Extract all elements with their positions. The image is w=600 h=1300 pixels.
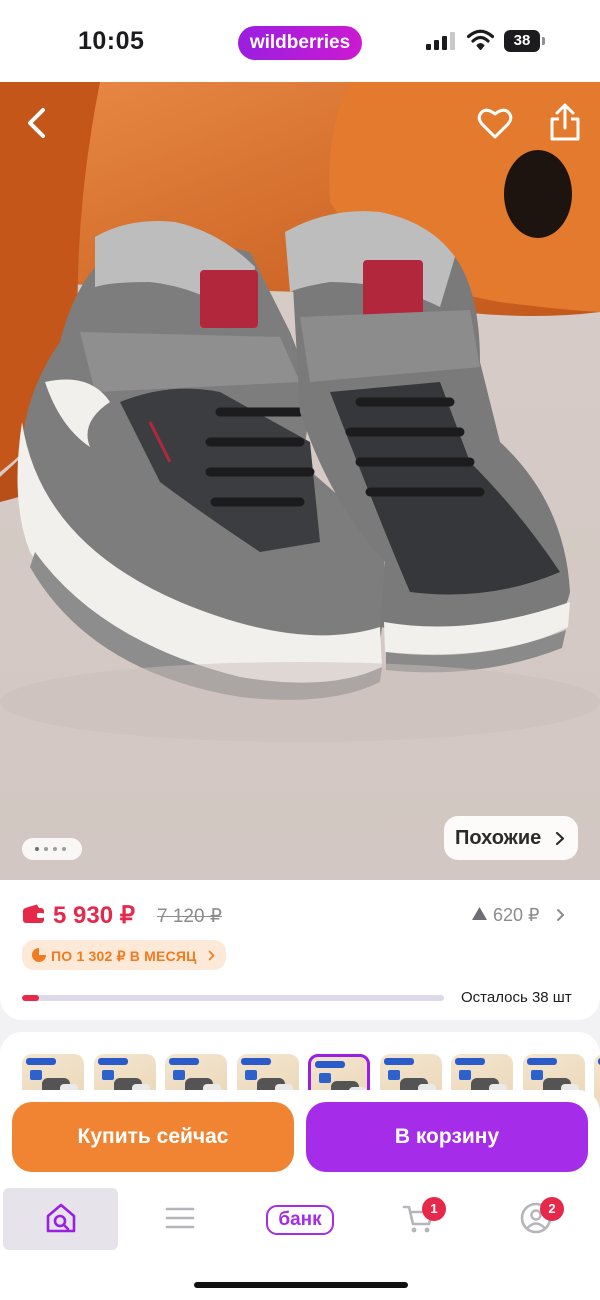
price-card: 5 930 ₽ 7 120 ₽ 620 ₽ ПО 1 302 ₽ В МЕСЯЦ… [0, 880, 600, 1020]
cart-badge: 1 [422, 1197, 446, 1221]
pie-icon [32, 948, 46, 962]
home-indicator [194, 1282, 408, 1288]
status-bar: 10:05 wildberries 38 [0, 0, 600, 82]
similar-button[interactable]: Похожие [444, 816, 578, 860]
tab-catalog[interactable] [122, 1188, 237, 1250]
installment-badge[interactable]: ПО 1 302 ₽ В МЕСЯЦ [22, 940, 226, 970]
points-value[interactable]: 620 ₽ [493, 905, 540, 926]
product-photo-image [0, 82, 600, 880]
tab-bar: банк 1 2 [0, 1186, 600, 1300]
chevron-right-icon [555, 831, 565, 846]
carousel-dot [62, 847, 66, 851]
chevron-right-icon[interactable] [556, 908, 565, 922]
status-time: 10:05 [78, 27, 145, 55]
heart-icon[interactable] [476, 104, 514, 142]
tab-home-search[interactable] [3, 1188, 118, 1250]
brand-pill: wildberries [238, 26, 362, 60]
carousel-dots [22, 838, 82, 860]
bank-logo: банк [266, 1205, 334, 1235]
chevron-left-icon[interactable] [20, 106, 54, 140]
action-bar: Купить сейчас В корзину [0, 1090, 600, 1186]
tab-profile[interactable]: 2 [478, 1188, 593, 1250]
points-icon [472, 907, 487, 920]
tab-bank[interactable]: банк [242, 1188, 357, 1250]
menu-icon [165, 1207, 195, 1229]
carousel-dot [35, 847, 39, 851]
buy-now-button[interactable]: Купить сейчас [12, 1102, 294, 1172]
add-to-cart-button[interactable]: В корзину [306, 1102, 588, 1172]
battery-tip [542, 37, 545, 45]
stock-progress-fill [22, 995, 39, 1001]
wallet-icon [23, 904, 44, 923]
installment-label: ПО 1 302 ₽ В МЕСЯЦ [51, 948, 197, 964]
profile-badge: 2 [540, 1197, 564, 1221]
stock-label: Осталось 38 шт [461, 989, 572, 1006]
carousel-dot [44, 847, 48, 851]
product-photo[interactable]: Похожие [0, 82, 600, 880]
stock-progress [22, 995, 444, 1001]
price-old: 7 120 ₽ [157, 906, 222, 927]
similar-label: Похожие [455, 827, 542, 849]
tab-cart[interactable]: 1 [360, 1188, 475, 1250]
battery-level: 38 [504, 30, 540, 52]
carousel-dot [53, 847, 57, 851]
chevron-right-icon [208, 950, 215, 961]
wifi-icon [467, 29, 494, 50]
battery-icon: 38 [504, 30, 545, 52]
signal-icon [426, 32, 455, 50]
home-search-icon [46, 1203, 76, 1233]
price-current: 5 930 ₽ [53, 902, 135, 929]
share-icon[interactable] [546, 102, 584, 142]
